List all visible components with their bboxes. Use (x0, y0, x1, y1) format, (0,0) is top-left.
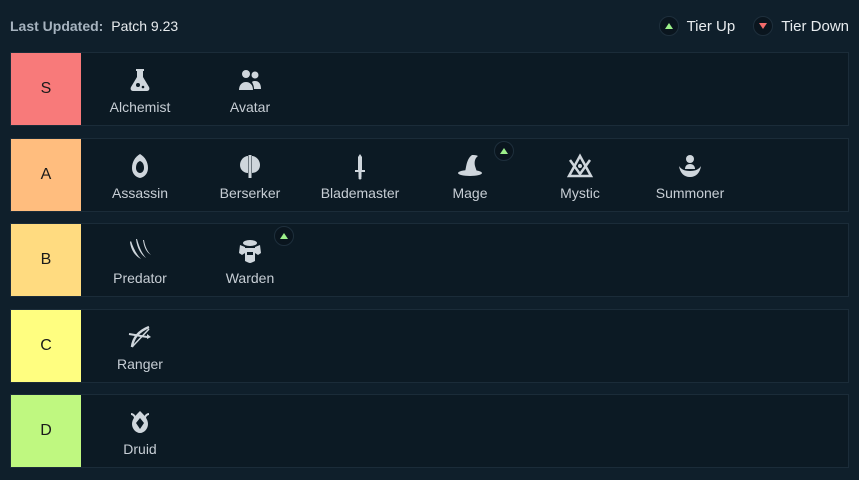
tier-up-icon (274, 226, 294, 246)
trait-list: Alchemist Avatar (81, 53, 305, 125)
tier-up-icon (494, 140, 514, 161)
trait-assassin[interactable]: Assassin (85, 139, 195, 211)
legend-tier-up: Tier Up (658, 16, 736, 36)
trait-name: Blademaster (320, 184, 400, 201)
tier-row-s: S Alchemist Avatar (10, 52, 849, 126)
trait-list: Assassin Berserker Blademaster Mage Mystic Su… (81, 139, 745, 211)
summoner-icon (675, 151, 705, 181)
avatar-icon (235, 65, 265, 95)
tier-label: S (11, 53, 81, 125)
trait-berserker[interactable]: Berserker (195, 139, 305, 211)
wizard-hat-icon (455, 151, 485, 181)
trait-name: Avatar (229, 99, 271, 115)
trait-alchemist[interactable]: Alchemist (85, 53, 195, 125)
tier-label: A (11, 138, 81, 211)
bow-icon (125, 322, 155, 352)
trait-mage[interactable]: Mage (415, 139, 525, 211)
mystic-icon (565, 151, 595, 181)
trait-name: Mystic (560, 184, 600, 201)
armor-icon (235, 236, 265, 266)
trait-name: Alchemist (109, 99, 171, 115)
legend-tier-down: Tier Down (753, 16, 849, 36)
legend-tier-down-label: Tier Down (781, 17, 849, 35)
trait-summoner[interactable]: Summoner (635, 139, 745, 211)
legend-tier-up-label: Tier Up (686, 17, 736, 35)
trait-predator[interactable]: Predator (85, 224, 195, 296)
trait-avatar[interactable]: Avatar (195, 53, 305, 125)
trait-druid[interactable]: Druid (85, 395, 195, 467)
last-updated-label: Last Updated: (10, 18, 104, 34)
legend: Tier Up Tier Down (658, 16, 849, 36)
tier-row-a: A Assassin Berserker Blademaster Mage Mystic S… (10, 137, 849, 212)
hood-icon (125, 151, 155, 181)
trait-name: Assassin (111, 184, 169, 201)
tier-down-icon (753, 16, 774, 36)
tier-label: D (11, 395, 81, 467)
trait-name: Summoner (655, 184, 725, 201)
last-updated: Last Updated: Patch 9.23 (10, 18, 178, 34)
trait-name: Berserker (219, 184, 281, 201)
trait-list: Ranger (81, 310, 195, 382)
tier-list: S Alchemist Avatar A Assassin Berserker Bladem… (10, 52, 849, 480)
trait-blademaster[interactable]: Blademaster (305, 139, 415, 211)
trait-ranger[interactable]: Ranger (85, 310, 195, 382)
axe-icon (235, 151, 265, 181)
tier-up-icon (658, 16, 679, 36)
leaf-icon (125, 407, 155, 437)
tier-row-d: D Druid (10, 394, 849, 468)
tier-row-b: B Predator Warden (10, 223, 849, 297)
trait-name: Predator (113, 270, 167, 286)
trait-name: Mage (452, 184, 488, 201)
tier-label: B (11, 224, 81, 296)
trait-list: Predator Warden (81, 224, 305, 296)
header: Last Updated: Patch 9.23 Tier Up Tier Do… (10, 0, 849, 52)
tier-row-c: C Ranger (10, 308, 849, 383)
trait-name: Ranger (117, 355, 163, 372)
patch-version: Patch 9.23 (111, 18, 179, 34)
trait-warden[interactable]: Warden (195, 224, 305, 296)
trait-name: Druid (123, 441, 157, 457)
sword-icon (345, 151, 375, 181)
flask-icon (125, 65, 155, 95)
tier-label: C (11, 309, 81, 382)
trait-mystic[interactable]: Mystic (525, 139, 635, 211)
trait-list: Druid (81, 395, 195, 467)
trait-name: Warden (225, 270, 275, 286)
claw-icon (125, 236, 155, 266)
